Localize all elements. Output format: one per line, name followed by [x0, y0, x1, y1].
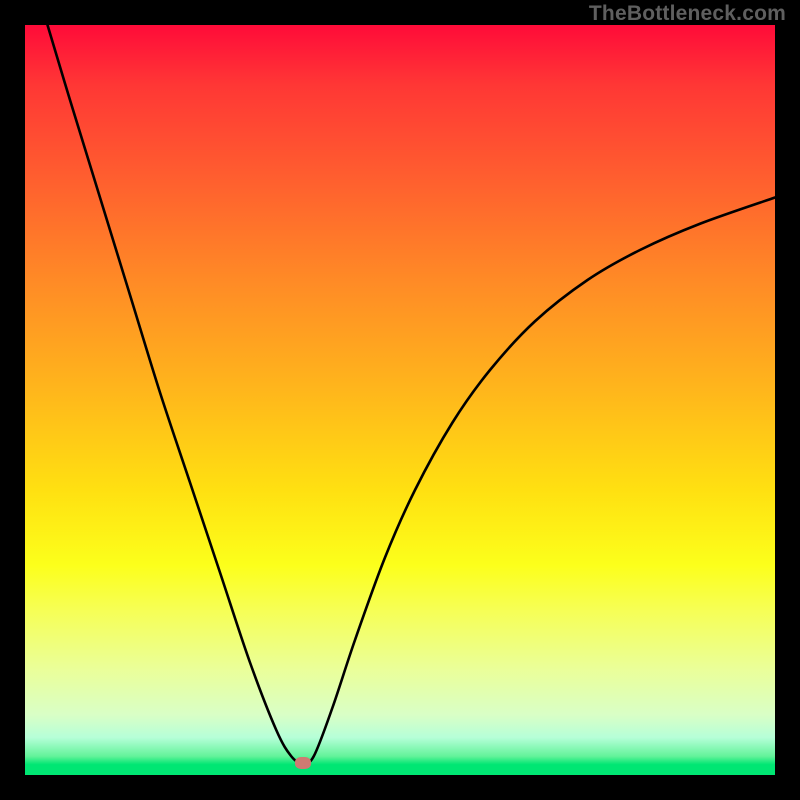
minimum-marker — [295, 757, 311, 769]
plot-area — [25, 25, 775, 775]
curve-layer — [25, 25, 775, 775]
watermark-text: TheBottleneck.com — [589, 2, 786, 26]
bottleneck-curve-path — [48, 25, 776, 763]
plot-area-border — [25, 25, 775, 775]
chart-frame: TheBottleneck.com — [0, 0, 800, 800]
